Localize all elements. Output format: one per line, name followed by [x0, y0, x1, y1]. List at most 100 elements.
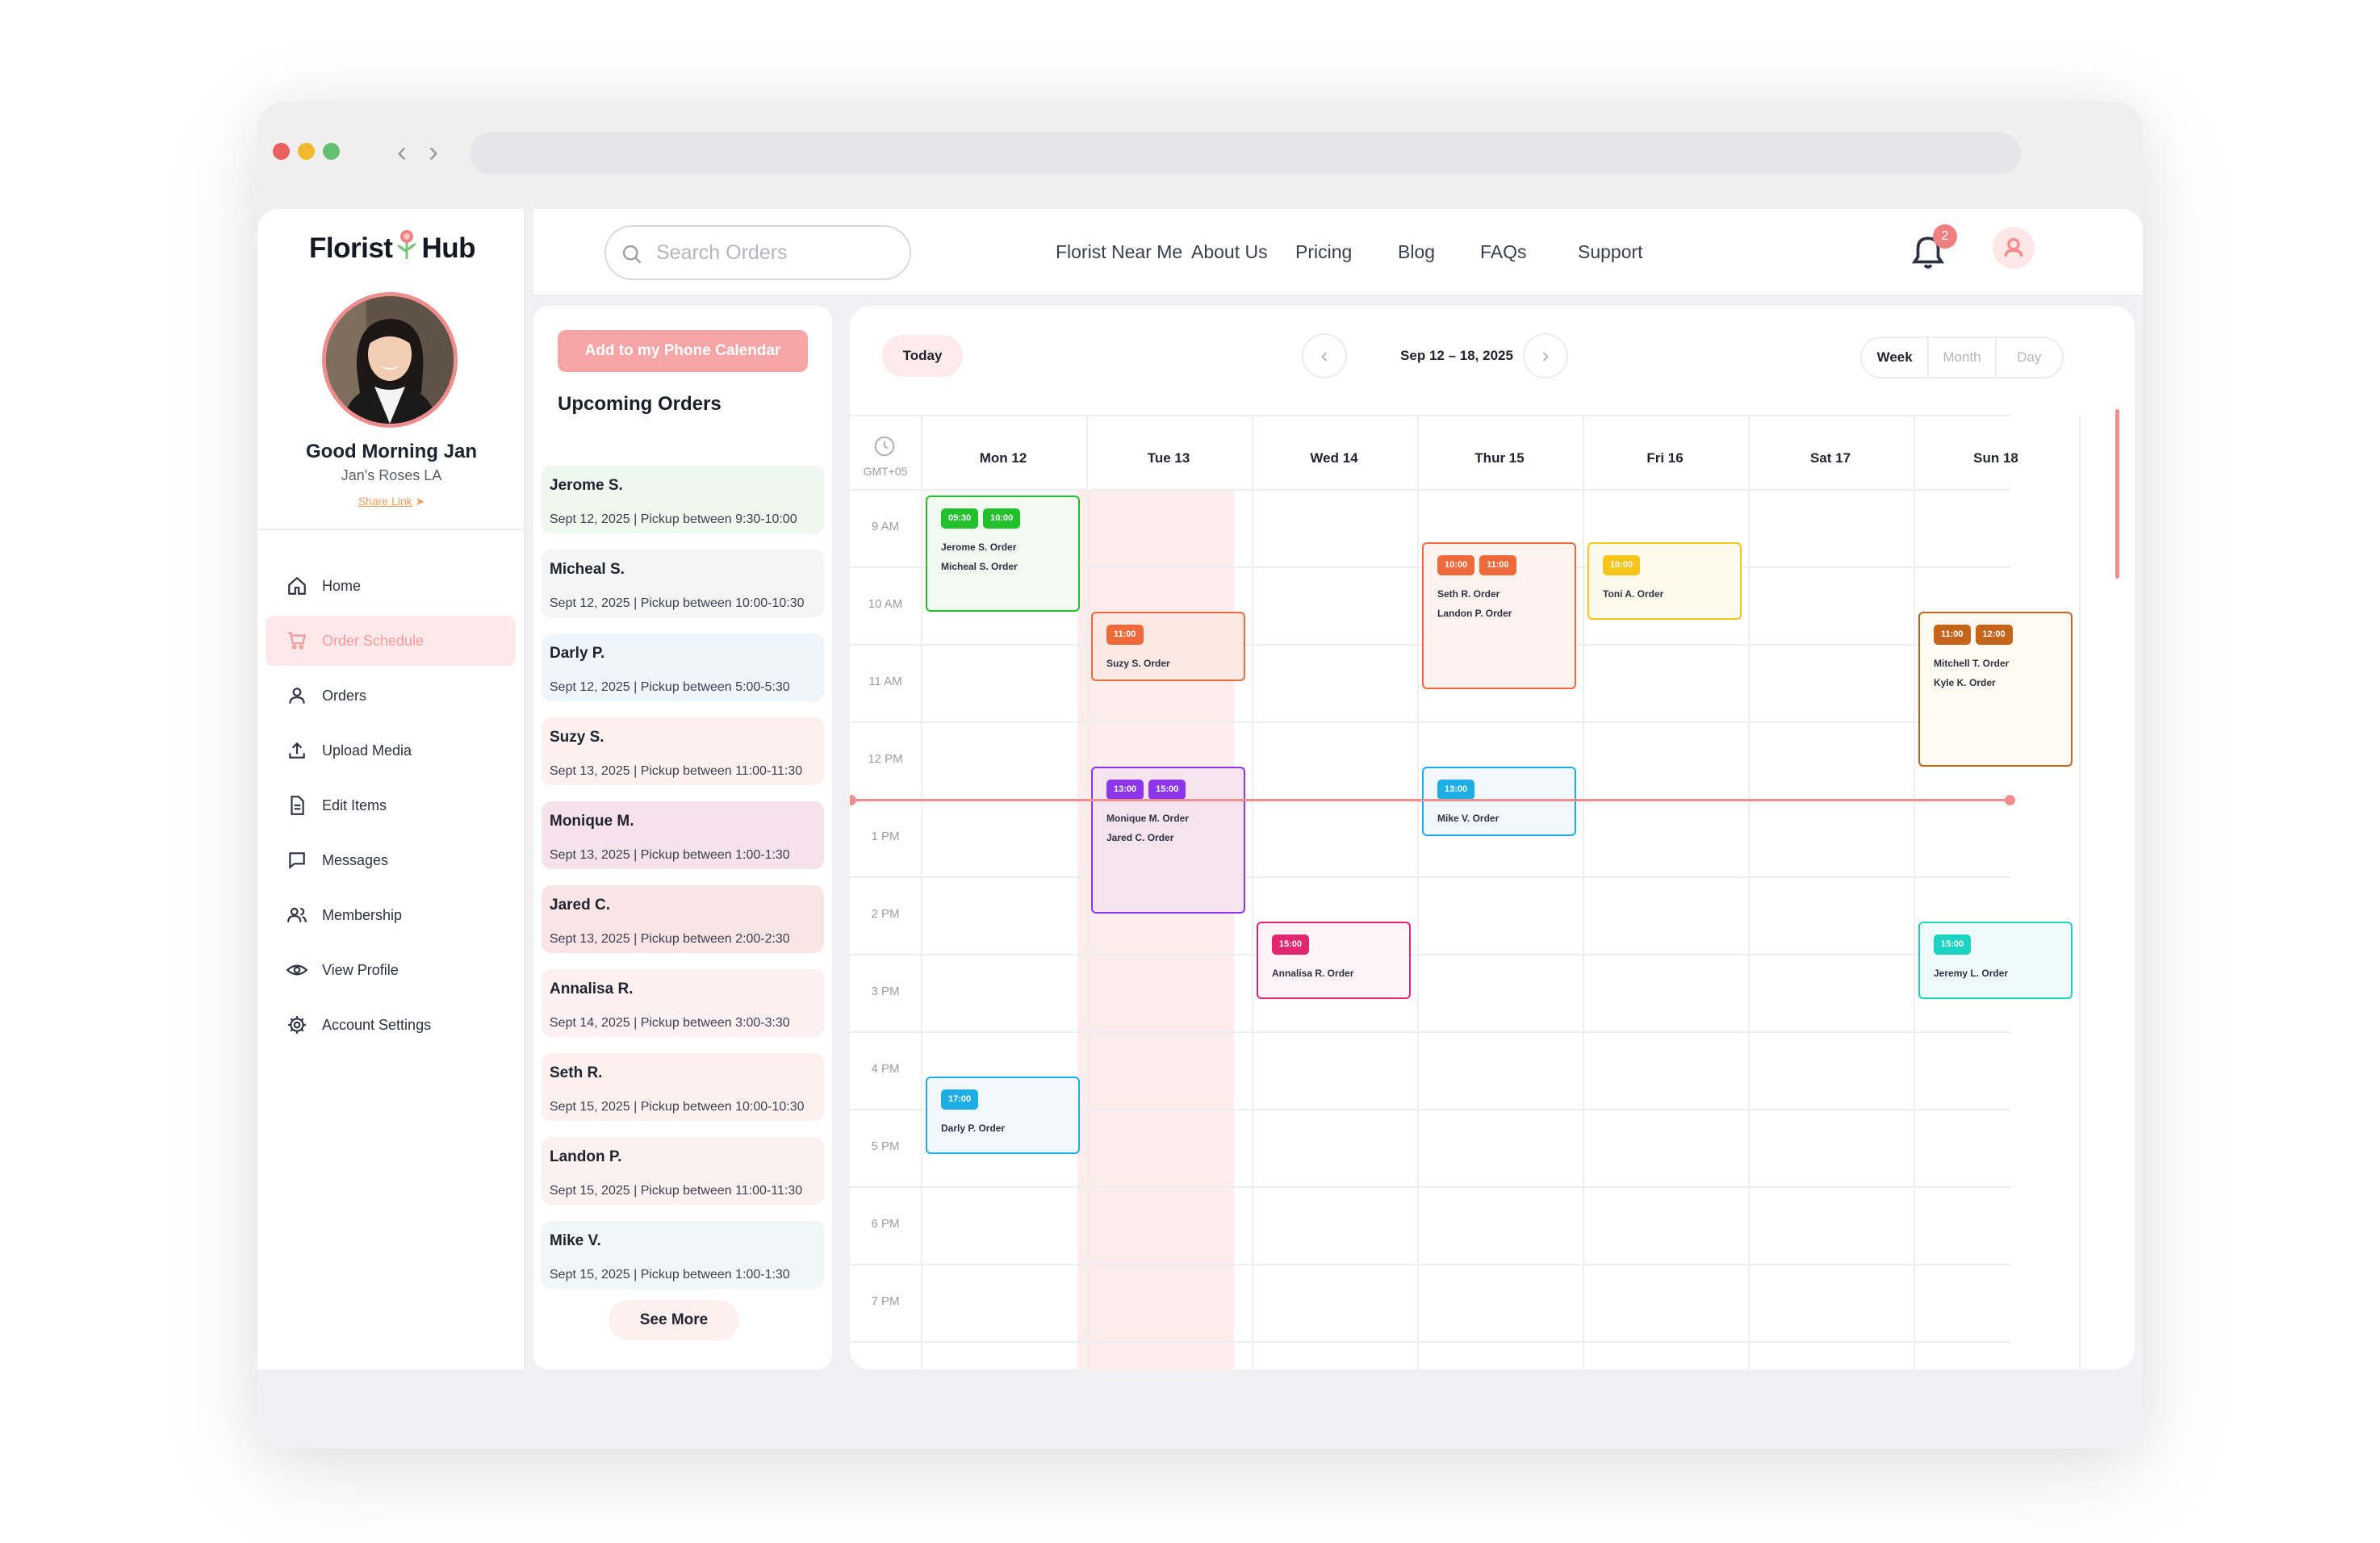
brand-logo[interactable]: Florist Hub	[309, 228, 475, 265]
order-customer-name: Monique M.	[550, 813, 634, 830]
grid-row-line	[850, 876, 2010, 878]
calendar-event[interactable]: 10:00 Toni A. Order	[1587, 542, 1742, 620]
order-pickup-detail: Sept 13, 2025 | Pickup between 1:00-1:30	[550, 848, 790, 862]
add-to-phone-calendar-button[interactable]: Add to my Phone Calendar	[558, 330, 808, 372]
day-header[interactable]: Wed 14	[1256, 450, 1412, 466]
sidebar-item-label: Edit Items	[322, 797, 387, 813]
order-customer-name: Jerome S.	[550, 477, 623, 494]
calendar-event[interactable]: 13:00 Mike V. Order	[1422, 767, 1576, 837]
order-card[interactable]: Seth R. Sept 15, 2025 | Pickup between 10…	[542, 1053, 824, 1121]
order-card[interactable]: Darly P. Sept 12, 2025 | Pickup between 5…	[542, 634, 824, 701]
event-time-tags: 15:00	[1272, 935, 1409, 955]
event-order-name: Mitchell T. Order	[1934, 658, 2010, 669]
minimize-dot[interactable]	[298, 143, 315, 160]
event-time-tag: 10:00	[1603, 554, 1641, 575]
view-week-tab[interactable]: Week	[1862, 338, 1927, 377]
nav-link-blog[interactable]: Blog	[1398, 241, 1435, 263]
forward-arrow-icon[interactable]: ›	[429, 137, 438, 166]
event-time-tag: 10:00	[1437, 554, 1475, 575]
calendar-event[interactable]: 10:00 11:00 Seth R. Order Landon P. Order	[1422, 542, 1576, 689]
sidebar-item-membership[interactable]: Membership	[266, 890, 516, 940]
order-pickup-detail: Sept 15, 2025 | Pickup between 1:00-1:30	[550, 1268, 790, 1282]
user-menu-button[interactable]	[1993, 227, 2035, 269]
next-week-button[interactable]: ›	[1523, 333, 1568, 378]
search-box[interactable]	[604, 225, 911, 280]
grid-column-line	[1086, 415, 1088, 1369]
hour-label: 5 PM	[871, 1139, 900, 1153]
sidebar-item-messages[interactable]: Messages	[266, 835, 516, 885]
order-card[interactable]: Annalisa R. Sept 14, 2025 | Pickup betwee…	[542, 969, 824, 1037]
day-header[interactable]: Mon 12	[925, 450, 1081, 466]
search-input[interactable]	[656, 238, 890, 267]
maximize-dot[interactable]	[323, 143, 340, 160]
calendar-event[interactable]: 17:00 Darly P. Order	[926, 1077, 1080, 1154]
event-order-name: Annalisa R. Order	[1272, 968, 1354, 979]
calendar-event[interactable]: 11:00 Suzy S. Order	[1091, 612, 1245, 682]
order-card[interactable]: Mike V. Sept 15, 2025 | Pickup between 1:…	[542, 1221, 824, 1289]
cart-icon	[288, 632, 307, 650]
document-icon	[291, 796, 304, 815]
calendar-event[interactable]: 09:30 10:00 Jerome S. Order Micheal S. Orde…	[926, 496, 1080, 612]
event-time-tag: 13:00	[1106, 780, 1144, 800]
sidebar-item-view-profile[interactable]: View Profile	[266, 945, 516, 995]
address-bar[interactable]	[470, 132, 2021, 174]
sidebar-item-label: View Profile	[322, 961, 399, 978]
order-card[interactable]: Landon P. Sept 15, 2025 | Pickup between …	[542, 1137, 824, 1205]
nav-link-about-us[interactable]: About Us	[1191, 241, 1268, 263]
day-header[interactable]: Fri 16	[1587, 450, 1743, 466]
close-dot[interactable]	[273, 143, 290, 160]
sidebar-item-account-settings[interactable]: Account Settings	[266, 1000, 516, 1050]
order-card[interactable]: Jerome S. Sept 12, 2025 | Pickup between …	[542, 466, 824, 533]
today-button[interactable]: Today	[882, 335, 963, 377]
day-header[interactable]: Tue 13	[1090, 450, 1247, 466]
view-day-tab[interactable]: Day	[1994, 338, 2062, 377]
event-order-name: Darly P. Order	[941, 1123, 1006, 1134]
sidebar-item-upload-media[interactable]: Upload Media	[266, 726, 516, 776]
sidebar-item-label: Messages	[322, 851, 389, 868]
calendar-panel: Today ‹ Sep 12 – 18, 2025 › Week Month D…	[850, 306, 2135, 1369]
hour-label: 3 PM	[871, 985, 900, 998]
event-time-tag: 17:00	[941, 1089, 979, 1110]
order-card[interactable]: Monique M. Sept 13, 2025 | Pickup between…	[542, 801, 824, 869]
sidebar-item-edit-items[interactable]: Edit Items	[266, 780, 516, 830]
grid-column-line	[2079, 415, 2081, 1369]
calendar-event[interactable]: 15:00 Jeremy L. Order	[1918, 922, 2073, 999]
calendar-event[interactable]: 13:00 15:00 Monique M. Order Jared C. Order	[1091, 767, 1245, 914]
nav-link-florist-near-me[interactable]: Florist Near Me	[1056, 241, 1182, 263]
sidebar-item-order-schedule[interactable]: Order Schedule	[266, 616, 516, 666]
day-header[interactable]: Sat 17	[1752, 450, 1909, 466]
day-header[interactable]: Thur 15	[1421, 450, 1578, 466]
scrollbar[interactable]	[2115, 409, 2119, 579]
day-header[interactable]: Sun 18	[1918, 450, 2074, 466]
see-more-button[interactable]: See More	[609, 1300, 739, 1340]
brand-name-right: Hub	[421, 232, 475, 264]
event-time-tags: 17:00	[941, 1089, 1078, 1110]
event-time-tag: 15:00	[1934, 935, 1972, 955]
clock-icon	[874, 436, 895, 457]
current-time-dot	[850, 795, 856, 805]
sidebar-item-home[interactable]: Home	[266, 561, 516, 611]
flower-icon	[397, 230, 417, 259]
sidebar-item-orders[interactable]: Orders	[266, 671, 516, 721]
order-pickup-detail: Sept 15, 2025 | Pickup between 10:00-10:…	[550, 1100, 805, 1114]
share-link[interactable]: Share Link ➤	[257, 495, 525, 508]
back-arrow-icon[interactable]: ‹	[397, 137, 407, 166]
order-card[interactable]: Micheal S. Sept 12, 2025 | Pickup between…	[542, 550, 824, 617]
order-card[interactable]: Suzy S. Sept 13, 2025 | Pickup between 11…	[542, 717, 824, 785]
calendar-event[interactable]: 11:00 12:00 Mitchell T. Order Kyle K. Order	[1918, 612, 2073, 767]
grid-column-line	[1583, 415, 1584, 1369]
user-icon	[2004, 237, 2023, 257]
nav-link-pricing[interactable]: Pricing	[1295, 241, 1352, 263]
order-card[interactable]: Jared C. Sept 13, 2025 | Pickup between 2…	[542, 885, 824, 953]
order-pickup-detail: Sept 12, 2025 | Pickup between 5:00-5:30	[550, 680, 790, 694]
nav-link-support[interactable]: Support	[1578, 241, 1643, 263]
profile-avatar[interactable]	[322, 292, 458, 428]
order-customer-name: Landon P.	[550, 1148, 622, 1165]
event-order-name: Landon P. Order	[1437, 607, 1512, 619]
event-time-tag: 15:00	[1272, 935, 1310, 955]
nav-link-faqs[interactable]: FAQs	[1480, 241, 1527, 263]
view-month-tab[interactable]: Month	[1927, 338, 1994, 377]
event-order-name: Monique M. Order	[1106, 813, 1189, 824]
prev-week-button[interactable]: ‹	[1302, 333, 1347, 378]
calendar-event[interactable]: 15:00 Annalisa R. Order	[1257, 922, 1411, 999]
